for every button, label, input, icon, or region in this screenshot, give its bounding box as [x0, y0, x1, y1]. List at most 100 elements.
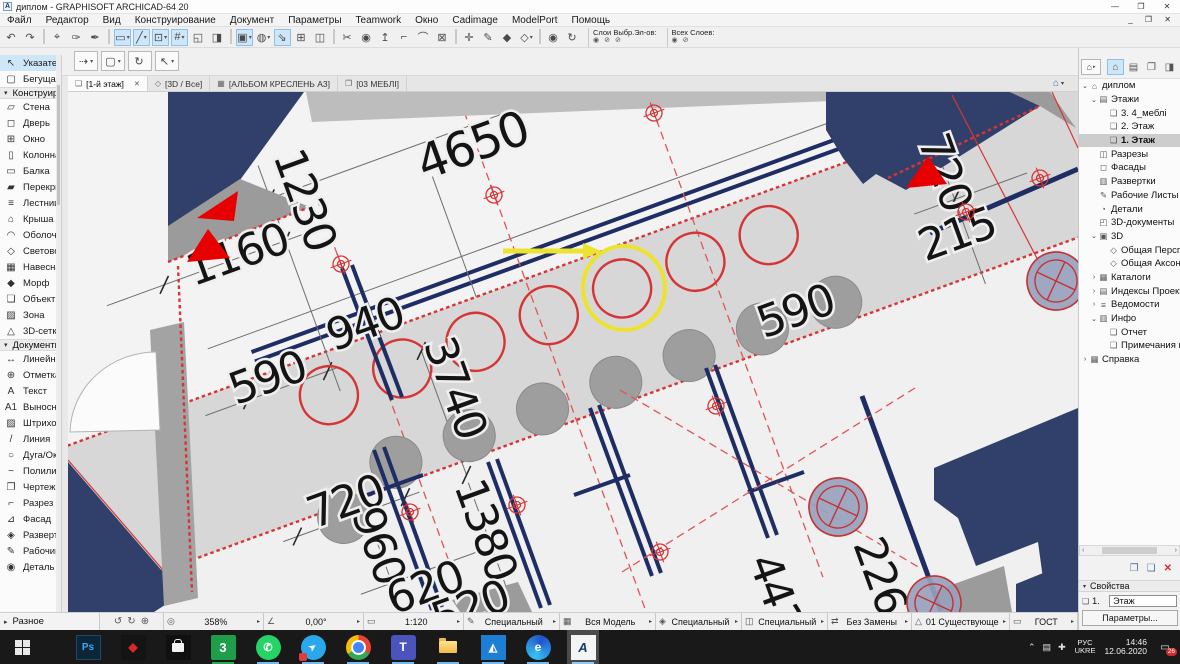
toolbar-icon[interactable]: ⌐ [396, 29, 413, 46]
toolbox-item[interactable]: ◻ Дверь [0, 115, 61, 131]
expand-arrow-icon[interactable]: ⌄ [1090, 232, 1098, 240]
navigator-item[interactable]: ❏ Отчет [1079, 325, 1180, 339]
tree-horizontal-scrollbar[interactable]: ‹ › [1079, 545, 1180, 556]
toolbox-misc-section[interactable]: ▸ Разное [0, 613, 100, 630]
toolbox-item[interactable]: A Текст [0, 383, 61, 399]
view-tab[interactable]: ▦ [АЛЬБОМ КРЕСЛЕНЬ А3] [210, 76, 339, 91]
menu-item[interactable]: Параметры [281, 15, 348, 26]
navigator-item[interactable]: ◻ Фасады [1079, 161, 1180, 175]
status-segment[interactable]: ▭ ГОСТ ▸ [1010, 613, 1078, 630]
navigator-item[interactable]: ⌄ ▥ Инфо [1079, 312, 1180, 326]
toolbar-icon[interactable]: ◍ ▾ [255, 29, 272, 46]
toolbar-icon[interactable]: ◇ ▾ [518, 29, 535, 46]
taskbar-app-button[interactable]: ➤ [297, 630, 329, 664]
navigator-item[interactable]: ◔ Детали [1079, 202, 1180, 216]
taskbar-app-button[interactable]: 3 [207, 630, 239, 664]
view-tab[interactable]: ❏ [1-й этаж] ✕ [68, 76, 148, 91]
taskbar-app-button[interactable]: A [567, 630, 599, 664]
toolbar-icon[interactable] [108, 28, 110, 44]
toolbar-icon[interactable]: ✑ [68, 29, 85, 46]
toolbox-item[interactable]: ▯ Колонна [0, 147, 61, 163]
layer-eye-icon[interactable]: ⊘ [615, 37, 621, 45]
navigator-item[interactable]: ◰ 3D-документы [1079, 216, 1180, 230]
view-history-icon[interactable]: ↻ [127, 616, 135, 627]
project-chooser-button[interactable]: ⌂ ▸ [1081, 59, 1101, 75]
palette-scrollbar[interactable] [56, 55, 61, 612]
tray-icon[interactable]: ▤ [1043, 642, 1052, 653]
expand-arrow-icon[interactable]: ⌄ [1090, 315, 1098, 323]
start-button[interactable] [0, 630, 44, 664]
toolbar-icon[interactable]: ◨ [209, 29, 226, 46]
status-segment[interactable]: ⇄ Без Замены ▸ [828, 613, 912, 630]
toolbar-icon[interactable]: ↻ [564, 29, 581, 46]
toolbox-item[interactable]: ▾ Документиро [0, 339, 61, 351]
menu-item[interactable]: ModelPort [505, 15, 565, 26]
maximize-button[interactable]: ❐ [1128, 2, 1154, 11]
toolbox-item[interactable]: ○ Дуга/Окр [0, 447, 61, 463]
toolbox-item[interactable]: ⊕ Отметка [0, 367, 61, 383]
layer-eye-icon[interactable]: ◉ [593, 37, 599, 45]
view-history-icon[interactable]: ⊕ [141, 616, 149, 627]
settings-button[interactable]: Параметры... [1082, 610, 1178, 626]
toolbox-item[interactable]: ▭ Балка [0, 163, 61, 179]
menu-item[interactable]: Cadimage [445, 15, 505, 26]
status-segment[interactable]: ✎ Специальный ▸ [464, 613, 560, 630]
navigator-item[interactable]: ❏ 1. Этаж [1079, 133, 1180, 148]
toolbox-item[interactable]: / Линия [0, 431, 61, 447]
status-segment[interactable]: ◫ Специальный ▸ [742, 613, 828, 630]
toolbar-icon[interactable]: ↶ [3, 29, 20, 46]
toolbox-item[interactable]: ▨ Зона [0, 307, 61, 323]
toolbox-item[interactable]: ▢ Бегущая Ра [0, 71, 61, 87]
view-tab[interactable]: ❐ [03 МЕБЛІ] [338, 76, 407, 91]
toolbar-icon[interactable]: ◉ [545, 29, 562, 46]
toolbox-item[interactable]: ❐ Чертеж [0, 479, 61, 495]
status-segment[interactable]: ∠ 0,00° ▸ [264, 613, 364, 630]
navigator-item[interactable]: › ▦ Справка [1079, 353, 1180, 367]
minimize-button[interactable]: — [1102, 2, 1128, 11]
navigator-item[interactable]: › ▦ Каталоги [1079, 271, 1180, 285]
layer-eye-icon[interactable]: ⊘ [604, 37, 610, 45]
drawing-area[interactable]: 4650 1230 1160 720 215 590 940 3740 590 … [68, 92, 1078, 612]
toolbox-item[interactable]: ◈ Развертк [0, 527, 61, 543]
status-segment[interactable]: ◎ 358% ▸ [164, 613, 264, 630]
panel-action-icon[interactable]: ✕ [1164, 563, 1172, 574]
infobox-button[interactable]: ⇢ ▾ [74, 51, 98, 71]
toolbar-icon[interactable]: ⇘ [274, 28, 291, 46]
floor-plan-canvas[interactable]: 4650 1230 1160 720 215 590 940 3740 590 … [68, 92, 1078, 612]
toolbar-icon[interactable]: ◫ [312, 29, 329, 46]
toolbar-icon[interactable]: ⌖ [49, 29, 66, 46]
toolbar-icon[interactable] [539, 28, 541, 44]
navigator-item[interactable]: ◇ Общая Аксонометрия [1079, 257, 1180, 271]
toolbox-item[interactable]: ⊿ Фасад [0, 511, 61, 527]
toolbox-item[interactable]: ◠ Оболочка [0, 227, 61, 243]
toolbox-item[interactable]: ⊞ Окно [0, 131, 61, 147]
toolbar-icon[interactable]: ⊠ [434, 29, 451, 46]
toolbar-icon[interactable]: ✛ [461, 29, 478, 46]
toolbar-icon[interactable]: ╱ ▾ [133, 28, 150, 46]
menu-item[interactable]: Файл [0, 15, 39, 26]
close-button[interactable]: ✕ [1154, 2, 1180, 11]
toolbox-item[interactable]: ▱ Стена [0, 99, 61, 115]
toolbox-item[interactable]: ▨ Штрихов [0, 415, 61, 431]
toolbar-icon[interactable]: ✂ [339, 29, 356, 46]
toolbox-item[interactable]: ↔ Линейны [0, 351, 61, 367]
toolbox-item[interactable]: ⌐ Разрез [0, 495, 61, 511]
toolbox-item[interactable]: ≡ Лестница [0, 195, 61, 211]
toolbox-item[interactable]: ◇ Световой Л [0, 243, 61, 259]
tray-icon[interactable]: ✚ [1058, 642, 1066, 653]
toolbox-item[interactable]: ⌂ Крыша [0, 211, 61, 227]
taskbar-app-button[interactable] [162, 630, 194, 664]
mdi-window-controls[interactable]: _ ❐ ✕ [1128, 15, 1176, 24]
taskbar-app-button[interactable]: ◭ [477, 630, 509, 664]
taskbar-app-button[interactable]: T [387, 630, 419, 664]
navigator-mode-button[interactable]: ◨ [1161, 59, 1178, 75]
taskbar-app-button[interactable]: ◆ [117, 630, 149, 664]
toolbar-icon[interactable]: ✒ [87, 29, 104, 46]
expand-arrow-icon[interactable]: › [1090, 288, 1098, 295]
toolbox-item[interactable]: ❏ Объект [0, 291, 61, 307]
tray-icon[interactable]: ⌃ [1028, 642, 1036, 653]
toolbar-icon[interactable] [43, 28, 45, 44]
toolbox-item[interactable]: ↖ Указатель [0, 55, 61, 71]
navigator-item[interactable]: ▥ Развертки [1079, 175, 1180, 189]
navigator-item[interactable]: › ▤ Индексы Проекта [1079, 284, 1180, 298]
